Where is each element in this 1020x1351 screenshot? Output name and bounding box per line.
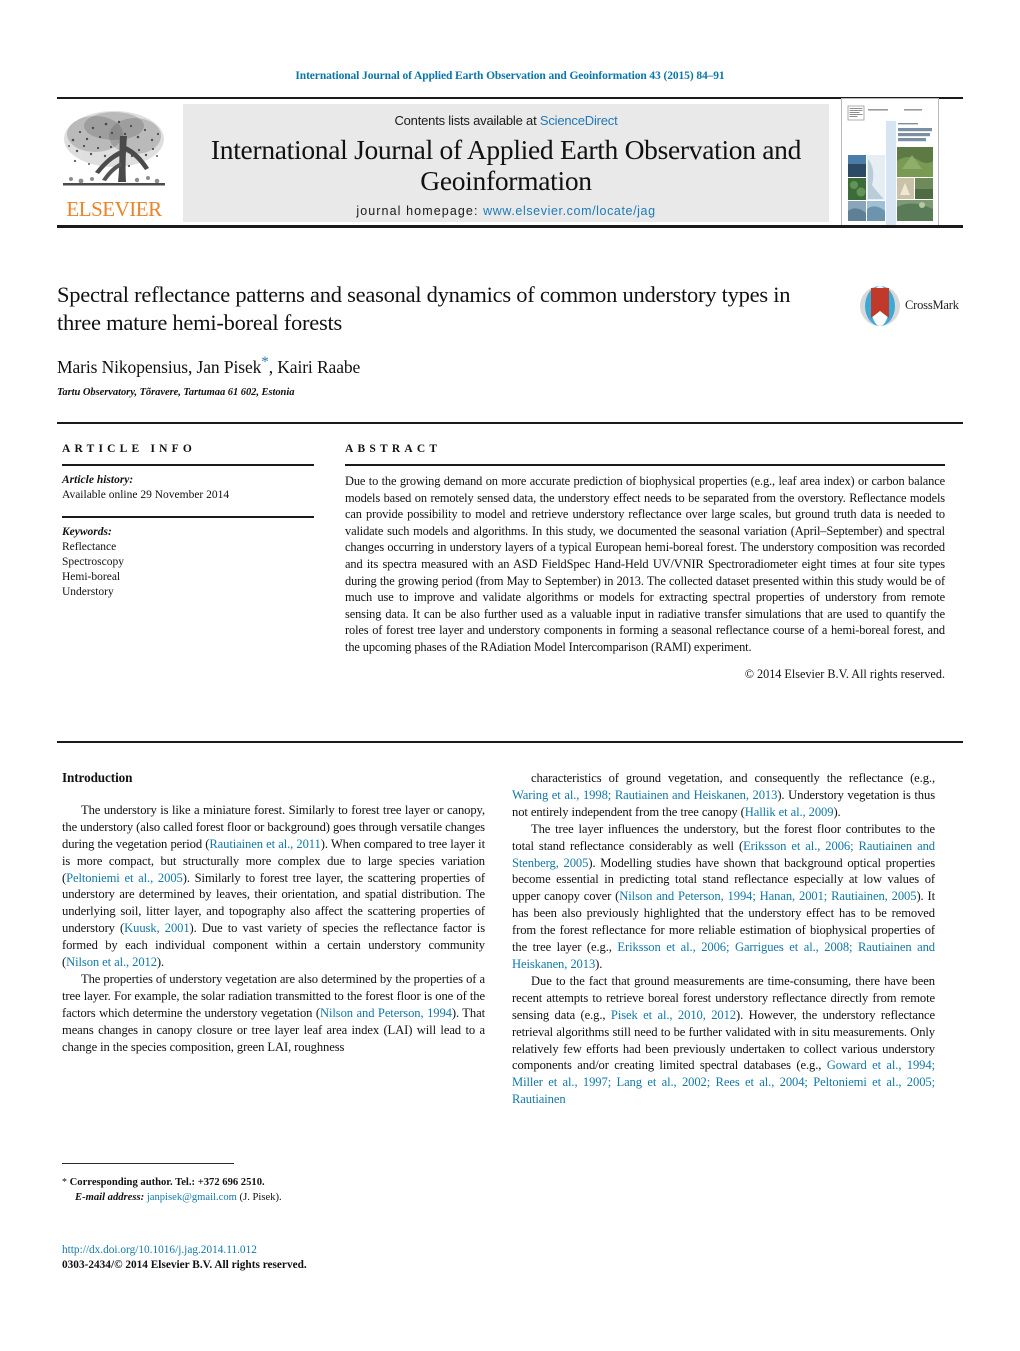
body-column-right: characteristics of ground vegetation, an…: [512, 770, 935, 1108]
citation-link[interactable]: Peltoniemi et al., 2005: [66, 871, 183, 885]
abstract-column: ABSTRACT Due to the growing demand on mo…: [345, 443, 945, 682]
elsevier-logo: ELSEVIER: [59, 106, 169, 226]
citation-link[interactable]: Kuusk, 2001: [124, 921, 190, 935]
body-paragraphs-right: characteristics of ground vegetation, an…: [512, 770, 935, 1108]
article-first-page: International Journal of Applied Earth O…: [0, 0, 1020, 1351]
abstract-rule: [345, 464, 945, 466]
body-text: ).: [833, 804, 841, 819]
crossmark-icon[interactable]: [859, 285, 901, 327]
email-label: E-mail address:: [75, 1191, 145, 1203]
citation-link[interactable]: Waring et al., 1998; Rautiainen and Heis…: [512, 788, 777, 802]
body-paragraph: Due to the fact that ground measurements…: [512, 973, 935, 1108]
body-paragraphs-left: The understory is like a miniature fores…: [62, 802, 485, 1056]
abstract-heading: ABSTRACT: [345, 443, 442, 455]
body-text: ).: [156, 955, 165, 970]
author-affiliation: Tartu Observatory, Tõravere, Tartumaa 61…: [57, 386, 295, 398]
journal-masthead: ELSEVIER Contents lists available at Sci…: [57, 97, 963, 228]
article-history-value: Available online 29 November 2014: [62, 489, 230, 501]
citation-link[interactable]: Nilson et al., 2012: [66, 955, 157, 969]
citation-link[interactable]: Hallik et al., 2009: [745, 805, 834, 819]
contents-available-line: Contents lists available at ScienceDirec…: [183, 113, 829, 128]
article-info-rule-2: [62, 516, 314, 518]
article-info-column: ARTICLE INFO Article history: Available …: [62, 443, 314, 600]
section-heading-introduction: Introduction: [62, 770, 133, 785]
article-info-heading: ARTICLE INFO: [62, 443, 197, 455]
footnote-separator: [62, 1163, 234, 1164]
crossmark-label: CrossMark: [905, 298, 959, 312]
body-paragraph: The tree layer influences the understory…: [512, 821, 935, 973]
journal-title: International Journal of Applied Earth O…: [210, 134, 802, 196]
citation-link[interactable]: Rautiainen et al., 2011: [209, 837, 320, 851]
footer-doi-block: http://dx.doi.org/10.1016/j.jag.2014.11.…: [62, 1243, 492, 1273]
email-owner: (J. Pisek).: [239, 1191, 282, 1203]
keyword-item: Reflectance: [62, 541, 117, 553]
abstract-copyright: © 2014 Elsevier B.V. All rights reserved…: [744, 666, 945, 681]
masthead-bottom-rule: [57, 225, 963, 228]
masthead-top-rule: [57, 97, 963, 99]
doi-link[interactable]: http://dx.doi.org/10.1016/j.jag.2014.11.…: [62, 1243, 492, 1258]
keywords-label: Keywords:: [62, 526, 112, 538]
journal-cover-thumbnail: [841, 98, 939, 227]
elsevier-wordmark: ELSEVIER: [66, 197, 162, 221]
body-text: characteristics of ground vegetation, an…: [531, 771, 935, 785]
homepage-label: journal homepage:: [356, 204, 479, 218]
abstract-text: Due to the growing demand on more accura…: [345, 474, 945, 654]
email-note: E-mail address: janpisek@gmail.com (J. P…: [62, 1191, 492, 1206]
homepage-url-link[interactable]: www.elsevier.com/locate/jag: [483, 204, 656, 218]
citation-link[interactable]: Pisek et al., 2010, 2012: [611, 1008, 736, 1022]
email-link[interactable]: janpisek@gmail.com: [147, 1192, 237, 1203]
authors-names-2: , Kairi Raabe: [268, 356, 361, 377]
corresponding-author-marker[interactable]: *: [261, 354, 269, 370]
journal-homepage-line: journal homepage: www.elsevier.com/locat…: [183, 204, 829, 218]
crossmark-badge-group[interactable]: CrossMark: [859, 285, 963, 329]
keyword-item: Spectroscopy: [62, 556, 124, 568]
title-bottom-rule: [57, 422, 963, 424]
body-paragraph: characteristics of ground vegetation, an…: [512, 770, 935, 821]
abstract-bottom-rule: [57, 741, 963, 743]
authors-names-1: Maris Nikopensius, Jan Pisek: [57, 356, 262, 377]
article-info-rule-1: [62, 464, 314, 466]
keyword-item: Hemi-boreal: [62, 571, 121, 583]
citation-link[interactable]: Nilson and Peterson, 1994; Hanan, 2001; …: [619, 889, 916, 903]
citation-link[interactable]: Nilson and Peterson, 1994: [320, 1006, 452, 1020]
footnote-block: * Corresponding author. Tel.: +372 696 2…: [62, 1176, 492, 1205]
elsevier-tree-icon: [63, 111, 165, 186]
contents-prefix: Contents lists available at: [394, 113, 540, 128]
issn-copyright-line: 0303-2434/© 2014 Elsevier B.V. All right…: [62, 1259, 307, 1271]
keyword-item: Understory: [62, 586, 114, 598]
journal-cover-artwork: [842, 99, 938, 226]
title-block: Spectral reflectance patterns and season…: [57, 281, 963, 398]
body-column-left: Introduction The understory is like a mi…: [62, 770, 485, 1056]
author-list: Maris Nikopensius, Jan Pisek*, Kairi Raa…: [57, 354, 963, 378]
corresponding-author-text: Corresponding author. Tel.: +372 696 251…: [69, 1177, 265, 1188]
sciencedirect-link[interactable]: ScienceDirect: [540, 113, 618, 128]
article-title: Spectral reflectance patterns and season…: [57, 282, 791, 335]
article-history-label: Article history:: [62, 474, 134, 486]
body-paragraph: The understory is like a miniature fores…: [62, 802, 485, 971]
journal-band: Contents lists available at ScienceDirec…: [183, 104, 829, 222]
body-text: ).: [595, 956, 603, 971]
corresponding-author-note: * Corresponding author. Tel.: +372 696 2…: [62, 1176, 492, 1191]
body-paragraph: The properties of understory vegetation …: [62, 971, 485, 1056]
footnote-star: *: [62, 1177, 67, 1188]
running-head: International Journal of Applied Earth O…: [295, 70, 725, 82]
